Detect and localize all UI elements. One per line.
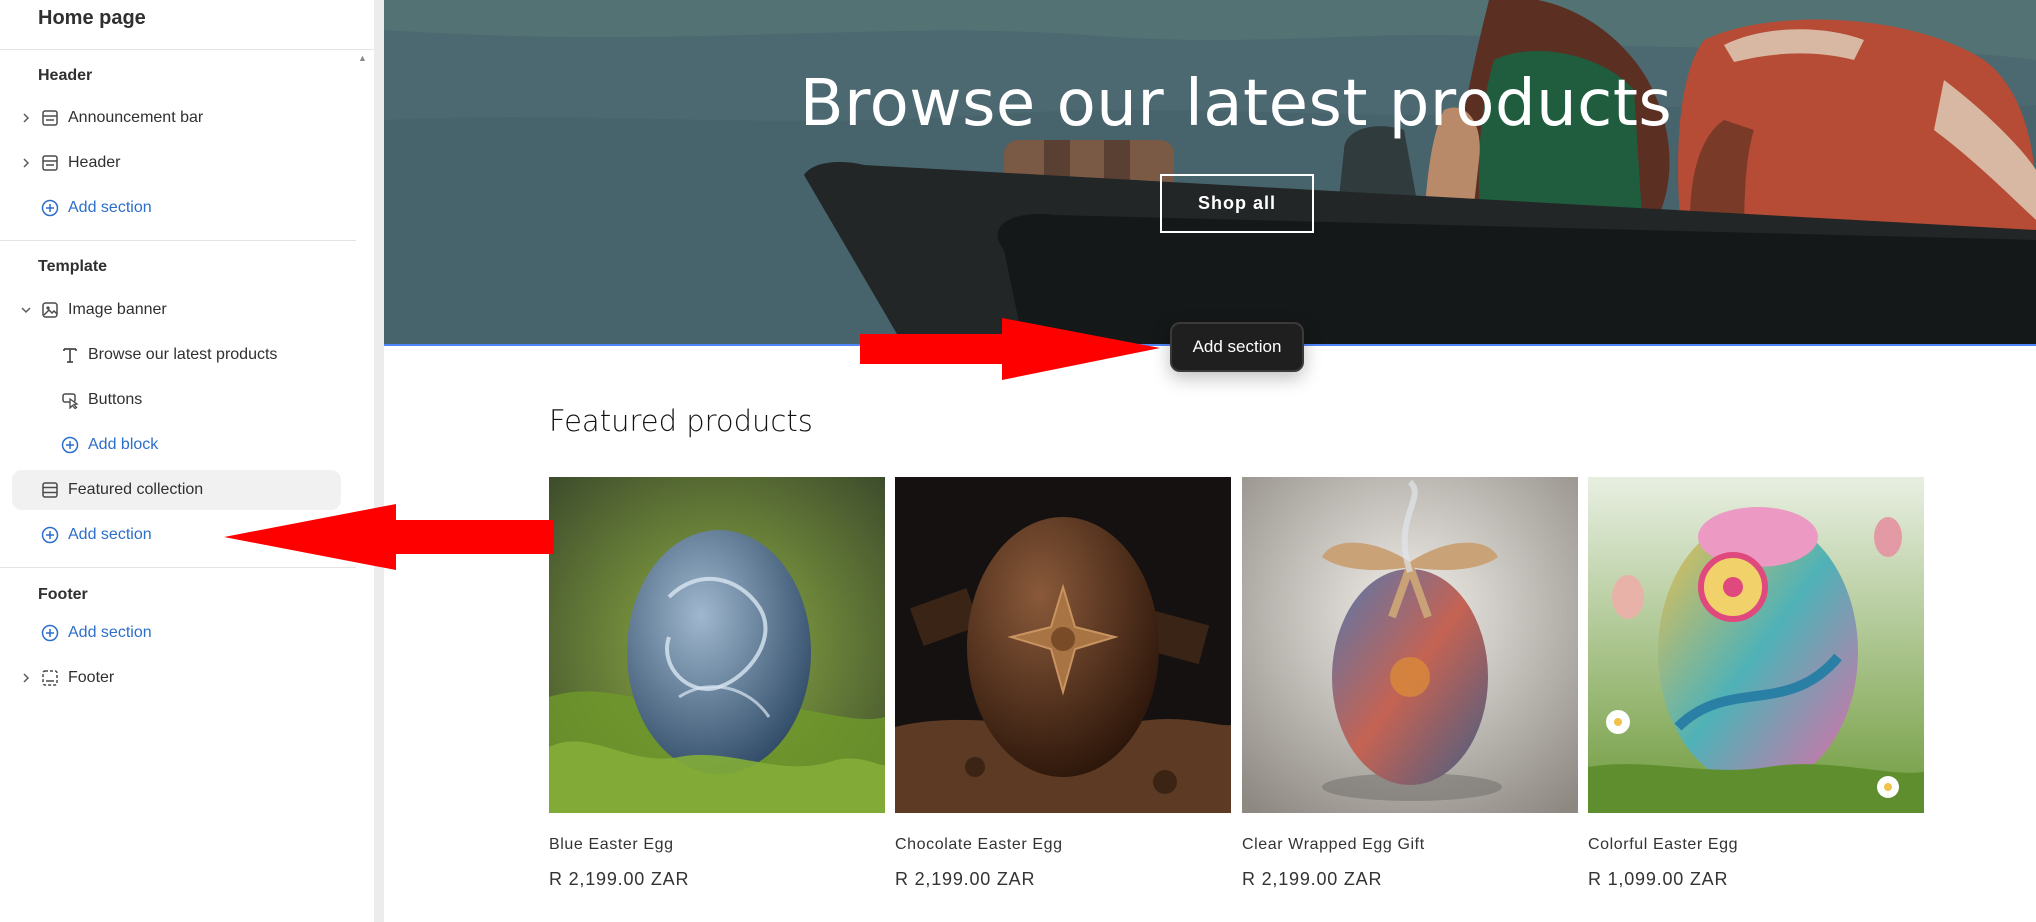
annotation-arrow-right-icon	[860, 318, 1160, 380]
group-title-header: Header	[38, 67, 93, 84]
product-card[interactable]: Colorful Easter Egg R 1,099.00 ZAR	[1588, 477, 1924, 889]
chevron-right-icon[interactable]	[19, 671, 33, 685]
sidebar-item-header[interactable]: Header	[0, 143, 356, 183]
add-section-header-button[interactable]: Add section	[0, 188, 356, 228]
product-image[interactable]	[895, 477, 1231, 813]
add-section-insert-button[interactable]: Add section	[1170, 322, 1304, 372]
sidebar-item-image-banner[interactable]: Image banner	[0, 290, 356, 330]
text-type-icon	[60, 345, 80, 365]
layout-footer-icon	[40, 668, 60, 688]
image-banner-section[interactable]: Browse our latest products Shop all	[384, 0, 2036, 346]
product-card[interactable]: Clear Wrapped Egg Gift R 2,199.00 ZAR	[1242, 477, 1578, 889]
chevron-down-icon[interactable]	[19, 303, 33, 317]
sidebar-item-label: Featured collection	[68, 481, 204, 498]
banner-heading[interactable]: Browse our latest products	[384, 67, 2036, 141]
banner-illustration	[384, 0, 2036, 346]
theme-preview: Browse our latest products Shop all Add …	[384, 0, 2036, 922]
featured-products-heading[interactable]: Featured products	[549, 404, 813, 438]
plus-circle-icon	[40, 623, 60, 643]
scroll-up-arrow-icon[interactable]: ▲	[358, 53, 367, 63]
add-block-button[interactable]: Add block	[0, 425, 356, 465]
sidebar-block-heading[interactable]: Browse our latest products	[0, 335, 356, 375]
image-icon	[40, 300, 60, 320]
sidebar-block-buttons[interactable]: Buttons	[0, 380, 356, 420]
plus-circle-icon	[40, 198, 60, 218]
layout-section-icon	[40, 153, 60, 173]
add-block-label: Add block	[88, 436, 159, 453]
sidebar-item-label: Buttons	[88, 391, 143, 408]
sidebar-item-footer[interactable]: Footer	[0, 658, 356, 698]
sidebar-divider	[0, 240, 356, 241]
plus-circle-icon	[40, 525, 60, 545]
add-section-label: Add section	[68, 624, 152, 641]
add-section-label: Add section	[68, 199, 152, 216]
sidebar-item-label: Image banner	[68, 301, 167, 318]
sidebar-item-label: Browse our latest products	[88, 346, 278, 363]
product-image[interactable]	[1588, 477, 1924, 813]
group-title-template: Template	[38, 258, 108, 275]
product-name[interactable]: Blue Easter Egg	[549, 836, 674, 854]
product-price: R 2,199.00 ZAR	[895, 869, 1036, 889]
plus-circle-icon	[60, 435, 80, 455]
chevron-right-icon[interactable]	[19, 156, 33, 170]
sidebar-item-label: Header	[68, 154, 121, 171]
annotation-arrow-left-icon	[224, 504, 554, 570]
sidebar-item-label: Announcement bar	[68, 109, 204, 126]
sidebar-item-label: Footer	[68, 669, 115, 686]
product-card[interactable]: Blue Easter Egg R 2,199.00 ZAR	[549, 477, 885, 889]
add-section-label: Add section	[68, 526, 152, 543]
shop-all-button[interactable]: Shop all	[1160, 174, 1314, 233]
product-name[interactable]: Chocolate Easter Egg	[895, 836, 1063, 854]
group-title-footer: Footer	[38, 586, 88, 603]
product-price: R 2,199.00 ZAR	[549, 869, 690, 889]
product-name[interactable]: Clear Wrapped Egg Gift	[1242, 836, 1425, 854]
page-title[interactable]: Home page	[38, 7, 146, 30]
product-price: R 1,099.00 ZAR	[1588, 869, 1729, 889]
add-section-footer-button[interactable]: Add section	[0, 613, 356, 653]
button-pointer-icon	[60, 390, 80, 410]
layout-section-icon	[40, 108, 60, 128]
product-name[interactable]: Colorful Easter Egg	[1588, 836, 1738, 854]
collection-list-icon	[40, 480, 60, 500]
product-price: R 2,199.00 ZAR	[1242, 869, 1383, 889]
product-image[interactable]	[1242, 477, 1578, 813]
product-image[interactable]	[549, 477, 885, 813]
editor-sidebar: Home page ▲ Header Announcement bar Head…	[0, 0, 374, 922]
chevron-right-icon[interactable]	[19, 111, 33, 125]
product-card[interactable]: Chocolate Easter Egg R 2,199.00 ZAR	[895, 477, 1231, 889]
sidebar-item-announcement-bar[interactable]: Announcement bar	[0, 98, 356, 138]
sidebar-scrollbar[interactable]	[374, 0, 384, 922]
sidebar-divider	[0, 49, 374, 50]
